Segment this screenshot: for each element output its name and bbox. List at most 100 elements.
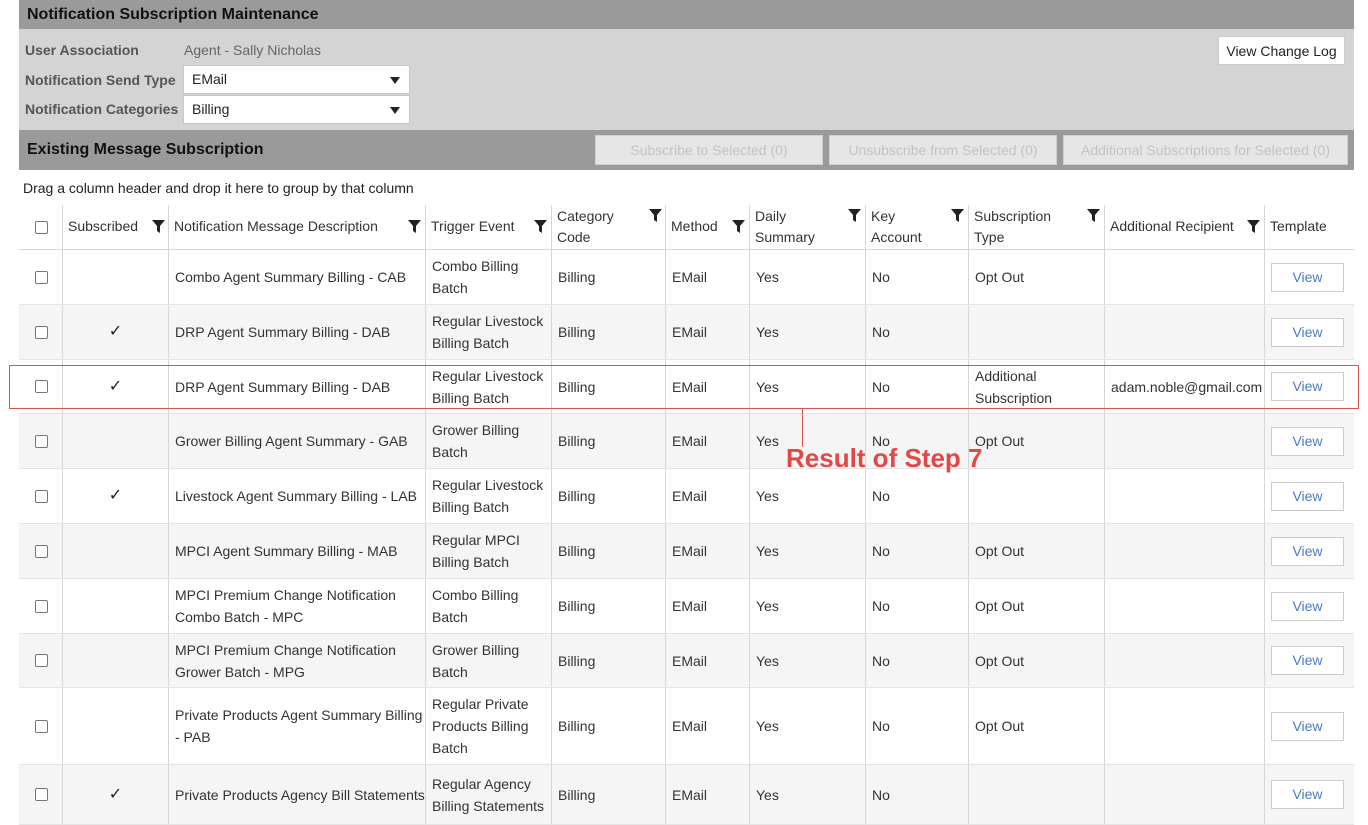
template-cell: View	[1264, 360, 1354, 413]
subscription-toolbar: Existing Message Subscription Subscribe …	[19, 130, 1354, 170]
subscribed-cell	[62, 634, 168, 687]
view-template-button[interactable]: View	[1271, 317, 1344, 347]
description-text: MPCI Premium Change Notification	[175, 641, 396, 658]
daily-summary-cell: Yes	[749, 765, 865, 824]
filter-icon[interactable]	[152, 220, 165, 233]
unsubscribe-selected-button[interactable]: Unsubscribe from Selected (0)	[829, 135, 1057, 165]
view-template-button[interactable]: View	[1271, 711, 1344, 741]
filter-icon[interactable]	[951, 209, 964, 222]
subscribed-cell: ✓	[62, 360, 168, 413]
filter-icon[interactable]	[732, 220, 745, 233]
category-text: Billing	[558, 269, 596, 285]
daily-summary-cell: Yes	[749, 524, 865, 578]
key-account-text: No	[872, 378, 890, 395]
subscription-type-cell: Opt Out	[968, 634, 1104, 687]
row-checkbox[interactable]	[35, 270, 48, 284]
row-checkbox[interactable]	[35, 654, 48, 667]
description-text: Grower Billing Agent Summary - GAB	[175, 433, 408, 449]
description-cell: DRP Agent Summary Billing - DAB	[168, 305, 425, 359]
annotation-connector	[802, 409, 803, 447]
daily-summary-text: Yes	[756, 269, 779, 285]
row-checkbox[interactable]	[35, 434, 48, 448]
filter-icon[interactable]	[848, 209, 861, 222]
header-select-all	[19, 205, 62, 250]
subscribed-check: ✓	[108, 487, 123, 504]
categories-value: Billing	[192, 101, 230, 117]
subscribe-selected-button[interactable]: Subscribe to Selected (0)	[595, 135, 823, 165]
subscription-type-cell	[968, 765, 1104, 824]
key-account-text: No	[872, 786, 890, 803]
row-checkbox[interactable]	[35, 719, 48, 733]
header-subscription-type[interactable]: Subscription Type	[968, 205, 1104, 250]
grid-header: Subscribed Notification Message Descript…	[19, 205, 1354, 250]
row-checkbox[interactable]	[35, 380, 48, 393]
header-subscribed[interactable]: Subscribed	[62, 205, 168, 250]
template-cell: View	[1264, 250, 1354, 304]
filter-icon[interactable]	[534, 220, 547, 233]
method-text: EMail	[672, 718, 708, 734]
trigger-cell: Combo Billing Batch	[425, 250, 551, 304]
filter-icon[interactable]	[649, 209, 662, 222]
method-cell: EMail	[665, 688, 749, 764]
header-description[interactable]: Notification Message Description	[168, 205, 425, 250]
key-account-cell: No	[865, 765, 968, 824]
view-template-button[interactable]: View	[1271, 262, 1344, 292]
category-cell: Billing	[551, 688, 665, 764]
header-trigger[interactable]: Trigger Event	[425, 205, 551, 250]
description-cell: MPCI Premium Change Notification Combo Ba…	[168, 579, 425, 633]
trigger-cell: Regular Livestock Billing Batch	[425, 305, 551, 359]
group-drop-zone[interactable]: Drag a column header and drop it here to…	[23, 180, 414, 196]
description-text: Private Products Agent Summary Billing	[175, 707, 423, 723]
trigger-text: Regular Livestock	[432, 367, 544, 384]
filter-icon[interactable]	[1087, 209, 1100, 222]
row-checkbox[interactable]	[35, 599, 48, 613]
row-select-cell	[19, 250, 62, 304]
categories-select[interactable]: Billing	[183, 95, 410, 124]
view-template-button[interactable]: View	[1271, 591, 1344, 621]
view-template-button[interactable]: View	[1271, 780, 1344, 809]
table-row: MPCI Agent Summary Billing - MAB Regular …	[19, 524, 1354, 579]
daily-summary-cell: Yes	[749, 250, 865, 304]
filter-icon[interactable]	[408, 220, 421, 233]
row-checkbox[interactable]	[35, 325, 48, 339]
table-row: Grower Billing Agent Summary - GAB Grower…	[19, 414, 1354, 469]
select-all-checkbox[interactable]	[35, 221, 48, 234]
subscription-type-cell	[968, 305, 1104, 359]
daily-summary-cell: Yes	[749, 360, 865, 413]
method-cell: EMail	[665, 469, 749, 523]
category-cell: Billing	[551, 414, 665, 468]
key-account-text: No	[872, 543, 890, 559]
filter-icon[interactable]	[1247, 220, 1260, 233]
subscription-type-text: Opt Out	[975, 269, 1025, 285]
view-template-button[interactable]: View	[1271, 426, 1344, 456]
user-association-value: Agent - Sally Nicholas	[184, 42, 321, 58]
header-daily-summary[interactable]: Daily Summary	[749, 205, 865, 250]
view-change-log-button[interactable]: View Change Log	[1218, 36, 1345, 65]
method-cell: EMail	[665, 765, 749, 824]
description-text: Combo Agent Summary Billing - CAB	[175, 269, 407, 285]
recipient-cell	[1104, 469, 1264, 523]
view-template-button[interactable]: View	[1271, 372, 1344, 401]
template-cell: View	[1264, 305, 1354, 359]
send-type-select[interactable]: EMail	[183, 65, 410, 94]
additional-subscriptions-button[interactable]: Additional Subscriptions for Selected (0…	[1063, 135, 1348, 165]
row-checkbox[interactable]	[35, 788, 48, 801]
method-text: EMail	[672, 488, 708, 504]
method-text: EMail	[672, 378, 708, 395]
header-method[interactable]: Method	[665, 205, 749, 250]
daily-summary-text: Yes	[756, 433, 779, 449]
header-additional-recipient[interactable]: Additional Recipient	[1104, 205, 1264, 250]
header-key-account[interactable]: Key Account	[865, 205, 968, 250]
subscribed-cell	[62, 250, 168, 304]
view-template-button[interactable]: View	[1271, 646, 1344, 675]
view-template-button[interactable]: View	[1271, 481, 1344, 511]
key-account-cell: No	[865, 634, 968, 687]
row-checkbox[interactable]	[35, 544, 48, 558]
daily-summary-text: Yes	[756, 378, 779, 395]
header-category[interactable]: Category Code	[551, 205, 665, 250]
subscribed-cell	[62, 579, 168, 633]
key-account-text: No	[872, 718, 890, 734]
row-checkbox[interactable]	[35, 489, 48, 503]
method-cell: EMail	[665, 414, 749, 468]
view-template-button[interactable]: View	[1271, 536, 1344, 566]
